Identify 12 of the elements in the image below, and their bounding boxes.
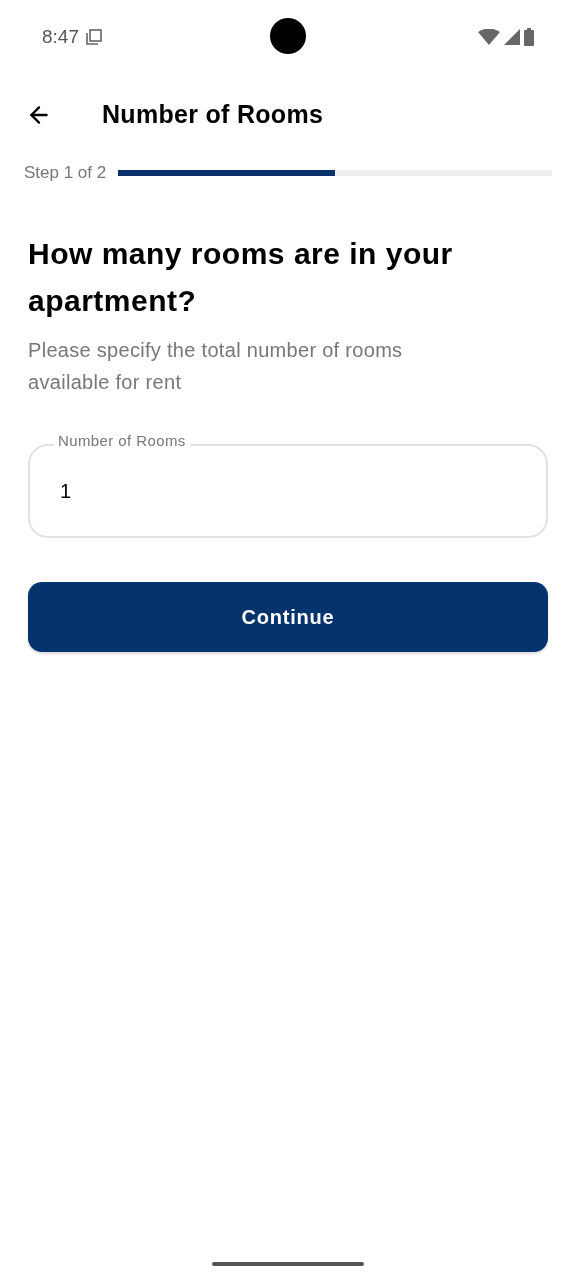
step-label: Step 1 of 2 (24, 162, 107, 184)
copy-icon (85, 28, 103, 46)
status-time: 8:47 (42, 24, 79, 49)
battery-icon (524, 28, 534, 46)
signal-icon (504, 29, 520, 45)
question-subtitle: Please specify the total number of rooms available for rent (28, 337, 404, 395)
question-heading: How many rooms are in your apartment? (28, 235, 454, 319)
page-title: Number of Rooms (102, 99, 324, 131)
continue-button[interactable]: Continue (28, 581, 548, 652)
wifi-icon (478, 29, 500, 45)
field-value: 1 (60, 478, 72, 504)
camera-cutout (270, 18, 306, 54)
